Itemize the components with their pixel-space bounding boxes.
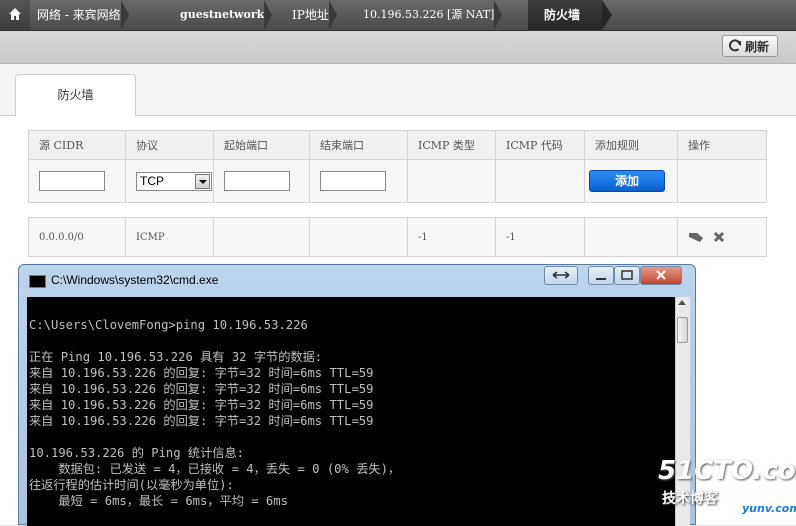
breadcrumb-item-guestnetwork[interactable]: guestnetwork: [180, 0, 273, 30]
header-start-port: 起始端口: [213, 130, 310, 160]
cmd-line: C:\Users\ClovemFong>ping 10.196.53.226: [29, 318, 308, 332]
header-icmp-type: ICMP 类型: [407, 130, 496, 160]
breadcrumb-home[interactable]: [0, 0, 30, 30]
cell-end-port: [309, 217, 408, 257]
end-port-input[interactable]: [320, 171, 386, 191]
cmd-window[interactable]: C:\Windows\system32\cmd.exe C:\Users\Clo…: [18, 264, 696, 526]
cmd-line: 来自 10.196.53.226 的回复: 字节=32 时间=6ms TTL=5…: [29, 414, 374, 428]
header-source-cidr: 源 CIDR: [28, 130, 126, 160]
tag-icon[interactable]: [688, 231, 704, 243]
cmd-line: 最短 = 6ms，最长 = 6ms，平均 = 6ms: [29, 494, 288, 508]
header-protocol: 协议: [125, 130, 214, 160]
scroll-up-icon[interactable]: [678, 300, 686, 305]
minimize-icon: [596, 278, 606, 280]
header-actions: 操作: [677, 130, 767, 160]
cell-icmp-code: -1: [495, 217, 585, 257]
breadcrumb-item-firewall: 防火墙: [544, 8, 581, 22]
header-icmp-code: ICMP 代码: [495, 130, 585, 160]
terminal-icon: [29, 275, 46, 288]
protocol-select[interactable]: TCP: [136, 171, 212, 191]
watermark-text: 技术博客: [662, 491, 718, 507]
table-row: 0.0.0.0/0 ICMP -1 -1: [28, 217, 767, 257]
scroll-thumb[interactable]: [677, 317, 688, 343]
home-icon: [9, 8, 21, 20]
cell-icmp-type: -1: [407, 217, 496, 257]
refresh-button[interactable]: 刷新: [722, 35, 778, 57]
maximize-button[interactable]: [614, 266, 640, 285]
cmd-line: 10.196.53.226 的 Ping 统计信息:: [29, 446, 245, 460]
refresh-label: 刷新: [745, 40, 770, 54]
cmd-line: 正在 Ping 10.196.53.226 具有 32 字节的数据:: [29, 350, 323, 364]
refresh-icon: [729, 39, 741, 52]
cell-start-port: [213, 217, 310, 257]
header-end-port: 结束端口: [309, 130, 408, 160]
header-add-rule: 添加规则: [584, 130, 678, 160]
cmd-console[interactable]: C:\Users\ClovemFong>ping 10.196.53.226 正…: [27, 297, 675, 526]
watermark-logo: 51CTO.com: [658, 456, 796, 486]
protocol-select-value: TCP: [140, 173, 164, 188]
breadcrumb-item-ip[interactable]: IP地址: [292, 0, 337, 30]
chevron-down-icon: [195, 173, 210, 189]
delete-icon[interactable]: [713, 231, 725, 243]
tab-firewall[interactable]: 防火墙: [15, 74, 136, 116]
cell-cidr: 0.0.0.0/0: [28, 217, 126, 257]
breadcrumb-item-address[interactable]: 10.196.53.226 [源 NAT]: [363, 0, 503, 30]
firewall-rules-table: 0.0.0.0/0 ICMP -1 -1: [28, 217, 767, 257]
watermark-site: yunv.com: [742, 502, 796, 515]
breadcrumb: 网络 - 来宾网络 guestnetwork IP地址 10.196.53.22…: [0, 0, 796, 31]
add-rule-button[interactable]: 添加: [589, 170, 665, 192]
minimize-button[interactable]: [588, 266, 614, 285]
restore-button[interactable]: [544, 266, 578, 285]
cmd-window-title: C:\Windows\system32\cmd.exe: [51, 273, 219, 287]
cmd-line: 来自 10.196.53.226 的回复: 字节=32 时间=6ms TTL=5…: [29, 398, 374, 412]
breadcrumb-item-network[interactable]: 网络 - 来宾网络: [37, 0, 129, 30]
tab-strip: 防火墙: [0, 64, 796, 116]
toolbar: 刷新: [0, 31, 796, 64]
maximize-icon: [621, 270, 633, 280]
firewall-rule-form: 源 CIDR 协议 起始端口 结束端口 ICMP 类型 ICMP 代码 添加规则…: [28, 130, 767, 203]
cmd-line: 往返行程的估计时间(以毫秒为单位):: [29, 478, 234, 492]
close-icon: [656, 270, 666, 280]
cmd-line: 来自 10.196.53.226 的回复: 字节=32 时间=6ms TTL=5…: [29, 382, 374, 396]
start-port-input[interactable]: [224, 171, 290, 191]
close-button[interactable]: [640, 266, 682, 285]
cell-actions: [677, 217, 767, 257]
cell-protocol: ICMP: [125, 217, 214, 257]
cmd-line: 来自 10.196.53.226 的回复: 字节=32 时间=6ms TTL=5…: [29, 366, 374, 380]
resize-icon: [552, 271, 570, 279]
cmd-line: 数据包: 已发送 = 4，已接收 = 4，丢失 = 0 (0% 丢失)，: [29, 462, 401, 476]
source-cidr-input[interactable]: [39, 171, 105, 191]
cmd-output: C:\Users\ClovemFong>ping 10.196.53.226 正…: [29, 317, 400, 509]
